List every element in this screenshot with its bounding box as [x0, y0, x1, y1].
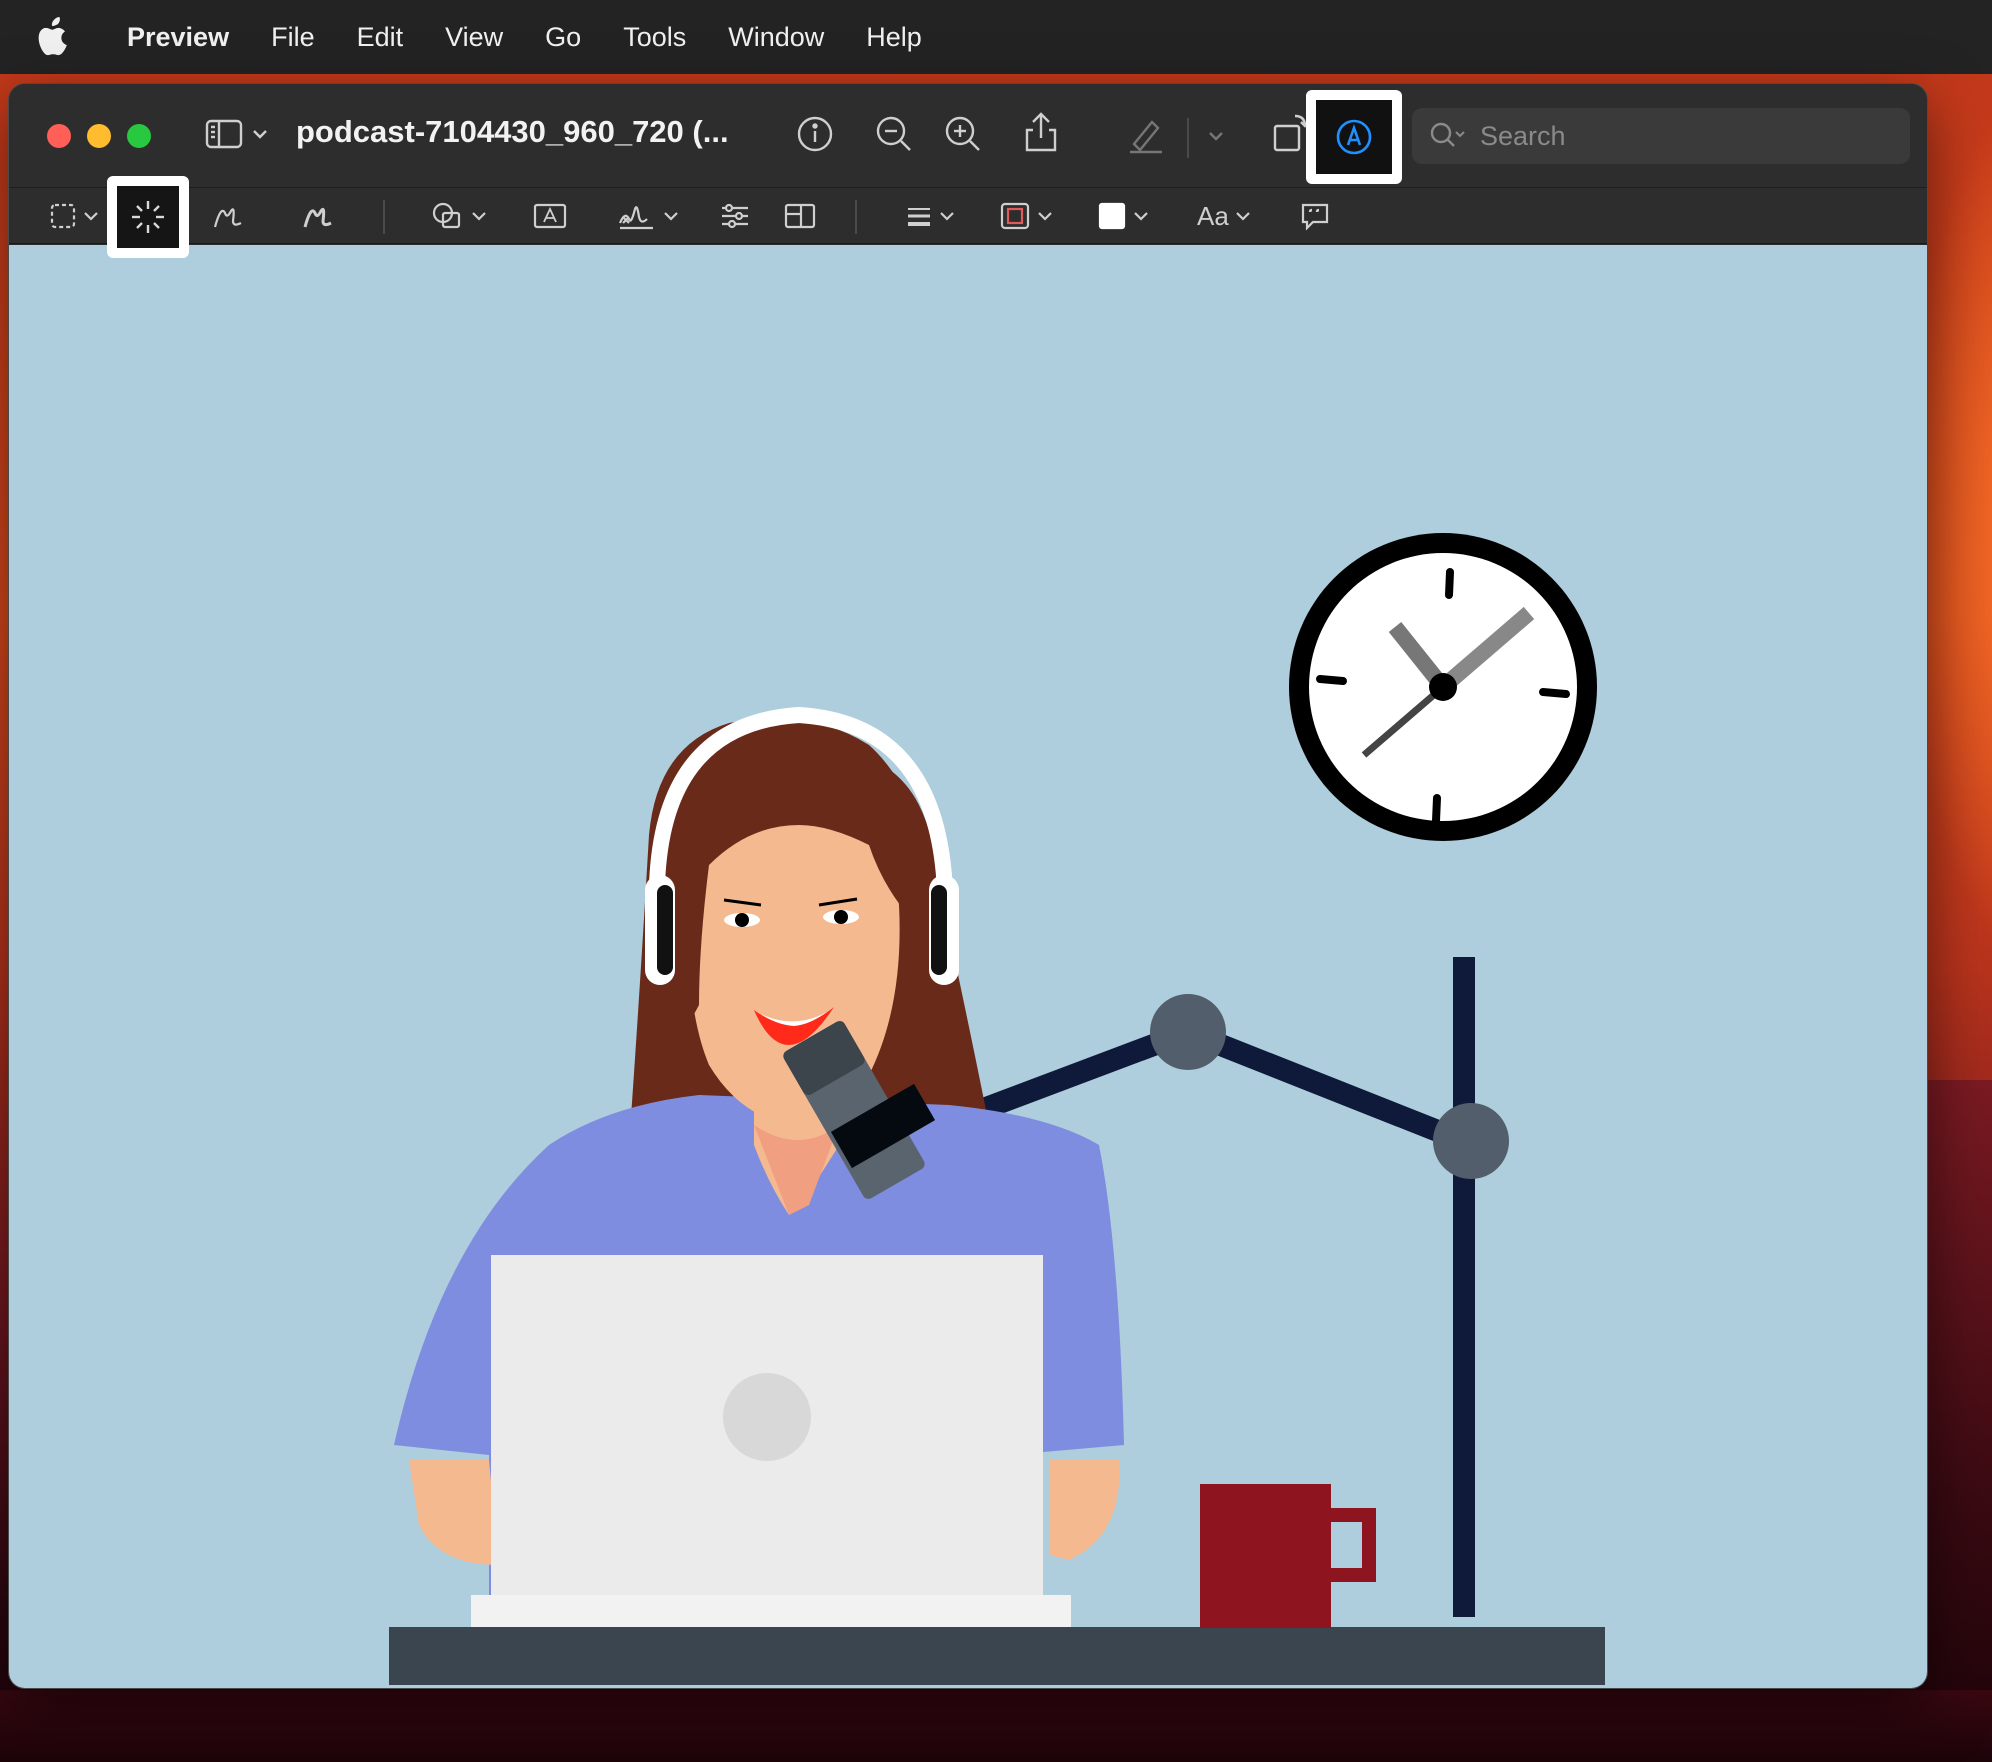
apple-logo-icon[interactable] — [36, 17, 74, 57]
sidebar-icon — [205, 119, 243, 149]
menu-go[interactable]: Go — [524, 22, 602, 53]
share-button[interactable] — [1023, 110, 1059, 154]
fullscreen-window-button[interactable] — [127, 124, 151, 148]
markup-toolbar-button[interactable] — [1306, 90, 1402, 184]
draw-tool-button[interactable] — [301, 188, 335, 244]
chevron-down-icon — [253, 130, 267, 139]
instant-alpha-icon — [132, 201, 164, 233]
menu-bar: Preview File Edit View Go Tools Window H… — [0, 0, 1992, 74]
fill-color-icon — [1098, 202, 1126, 230]
markup-separator — [383, 200, 385, 234]
adjust-size-icon — [784, 203, 816, 229]
sketch-tool-button[interactable] — [211, 188, 245, 244]
document-title: podcast-7104430_960_720 (... — [296, 114, 729, 149]
adjust-size-button[interactable] — [783, 188, 817, 244]
chevron-down-icon — [1038, 212, 1052, 221]
line-style-icon — [908, 208, 930, 226]
highlight-button[interactable] — [1126, 114, 1166, 154]
markup-separator — [855, 200, 857, 234]
desk — [389, 1627, 1605, 1685]
instant-alpha-button[interactable] — [107, 176, 189, 258]
title-bar: podcast-7104430_960_720 (... — [9, 84, 1927, 188]
zoom-in-icon — [945, 116, 980, 151]
minimize-window-button[interactable] — [87, 124, 111, 148]
text-tool-button[interactable] — [533, 188, 567, 244]
toolbar-separator — [1187, 118, 1189, 158]
wallpaper-mountain — [1920, 1080, 1992, 1762]
menu-app-preview[interactable]: Preview — [106, 22, 250, 53]
rotate-icon — [1273, 114, 1310, 152]
rect-selection-icon — [50, 203, 76, 229]
markup-icon — [1336, 119, 1372, 155]
fill-color-button[interactable] — [1097, 188, 1149, 244]
note-icon — [1301, 203, 1329, 231]
search-input[interactable] — [1480, 120, 1880, 152]
sign-tool-button[interactable] — [617, 188, 679, 244]
search-field[interactable] — [1412, 108, 1910, 164]
zoom-out-icon — [876, 116, 911, 151]
preview-window: podcast-7104430_960_720 (... Search Aa — [9, 84, 1927, 1688]
info-icon — [797, 116, 833, 152]
chevron-down-icon — [1134, 212, 1148, 221]
highlight-pen-icon — [1130, 120, 1162, 154]
draw-icon — [303, 207, 332, 228]
zoom-out-button[interactable] — [874, 114, 914, 154]
menu-view[interactable]: View — [424, 22, 524, 53]
adjust-color-button[interactable] — [719, 188, 751, 244]
chevron-down-icon — [664, 212, 678, 221]
border-color-icon — [1000, 202, 1030, 230]
wall-clock — [1289, 533, 1597, 841]
text-style-button[interactable]: Aa — [1197, 188, 1251, 244]
text-box-icon — [533, 203, 567, 229]
menu-window[interactable]: Window — [707, 22, 845, 53]
sketch-icon — [213, 208, 242, 228]
menu-tools[interactable]: Tools — [602, 22, 707, 53]
selection-tool-button[interactable] — [49, 188, 99, 244]
wallpaper-foreground — [0, 1690, 1992, 1762]
shape-style-button[interactable] — [905, 188, 955, 244]
highlight-options-button[interactable] — [1207, 130, 1225, 142]
zoom-in-button[interactable] — [943, 114, 983, 154]
markup-toolbar: Aa — [9, 188, 1927, 244]
shapes-tool-button[interactable] — [431, 188, 487, 244]
info-button[interactable] — [795, 114, 835, 154]
chevron-down-icon — [472, 212, 486, 221]
adjust-color-icon — [722, 203, 748, 229]
chevron-down-icon — [940, 212, 954, 221]
sidebar-toggle-button[interactable] — [205, 118, 269, 150]
rotate-button[interactable] — [1271, 112, 1311, 154]
chevron-down-icon — [84, 212, 98, 221]
add-note-button[interactable] — [1299, 188, 1331, 244]
laptop — [471, 1255, 1071, 1627]
coffee-mug — [1200, 1484, 1376, 1628]
signature-icon — [618, 206, 653, 230]
podcast-illustration — [389, 533, 1605, 1685]
document-canvas[interactable] — [9, 245, 1927, 1688]
border-color-button[interactable] — [999, 188, 1053, 244]
chevron-down-icon — [1209, 132, 1223, 141]
search-icon — [1430, 122, 1465, 147]
menu-help[interactable]: Help — [845, 22, 943, 53]
close-window-button[interactable] — [47, 124, 71, 148]
menu-edit[interactable]: Edit — [336, 22, 425, 53]
chevron-down-icon — [1236, 212, 1250, 221]
font-icon: Aa — [1197, 200, 1229, 231]
shapes-icon — [432, 202, 461, 229]
menu-file[interactable]: File — [250, 22, 336, 53]
share-icon — [1025, 112, 1057, 152]
